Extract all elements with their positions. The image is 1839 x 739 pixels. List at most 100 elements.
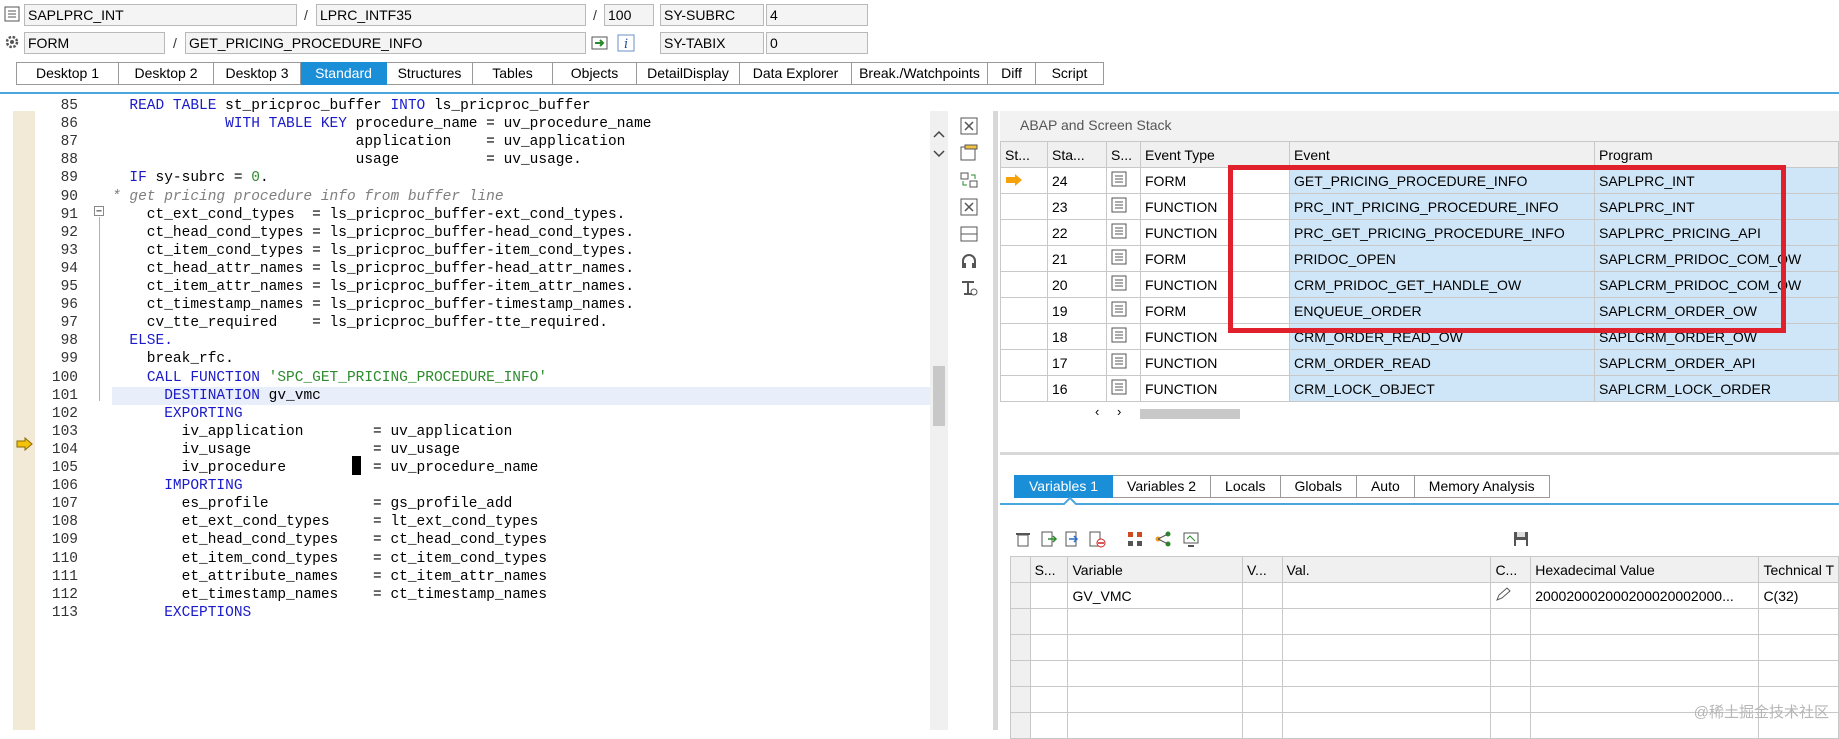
vtab-variables-1[interactable]: Variables 1: [1014, 475, 1114, 498]
info-icon[interactable]: i: [617, 34, 635, 52]
code-line[interactable]: 110 et_item_cond_types = ct_item_cond_ty…: [0, 550, 930, 568]
event-name-field[interactable]: GET_PRICING_PROCEDURE_INFO: [185, 32, 586, 54]
tab-tables[interactable]: Tables: [473, 62, 553, 85]
export-icon[interactable]: [1064, 530, 1082, 548]
code-line[interactable]: 88 usage = uv_usage.: [0, 151, 930, 169]
code-line[interactable]: 90 * get pricing procedure info from buff…: [0, 188, 930, 206]
code-line[interactable]: 103 iv_application = uv_application: [0, 423, 930, 441]
code-line[interactable]: 105 iv_procedure = uv_procedure_name: [0, 459, 930, 477]
scroll-right-icon[interactable]: ›: [1117, 404, 1121, 419]
scroll-left-icon[interactable]: ‹: [1095, 404, 1099, 419]
tab-desktop-3[interactable]: Desktop 3: [214, 62, 301, 85]
tab-structures[interactable]: Structures: [387, 62, 473, 85]
tab-data-explorer[interactable]: Data Explorer: [740, 62, 852, 85]
tab-break-watchpoints[interactable]: Break./Watchpoints: [852, 62, 988, 85]
var-row-empty[interactable]: [1010, 660, 1839, 687]
stack-column-header[interactable]: Program: [1594, 141, 1839, 168]
var-column-header[interactable]: V...: [1242, 556, 1283, 583]
collapse-up-icon[interactable]: [932, 128, 946, 140]
stack-event[interactable]: CRM_ORDER_READ: [1289, 349, 1595, 376]
code-line[interactable]: 94 ct_head_attr_names = ls_pricproc_buff…: [0, 260, 930, 278]
code-line[interactable]: 100 CALL FUNCTION 'SPC_GET_PRICING_PROCE…: [0, 369, 930, 387]
stack-program[interactable]: SAPLCRM_ORDER_API: [1594, 349, 1839, 376]
delete-icon[interactable]: [1014, 530, 1032, 548]
code-line[interactable]: 96 ct_timestamp_names = ls_pricproc_buff…: [0, 296, 930, 314]
program-field[interactable]: SAPLPRC_INT: [24, 4, 297, 26]
var-column-header[interactable]: S...: [1029, 556, 1069, 583]
vtab-auto[interactable]: Auto: [1356, 475, 1415, 498]
vtab-variables-2[interactable]: Variables 2: [1113, 475, 1212, 498]
code-line[interactable]: 93 ct_item_cond_types = ls_pricproc_buff…: [0, 242, 930, 260]
var-column-header[interactable]: Technical T: [1758, 556, 1839, 583]
code-line[interactable]: 101 DESTINATION gv_vmc: [52, 386, 930, 405]
var-column-header[interactable]: C...: [1490, 556, 1532, 583]
panel-hdivider[interactable]: [1000, 452, 1839, 455]
hscroll-thumb[interactable]: [1140, 409, 1240, 419]
event-type-field[interactable]: FORM: [24, 32, 165, 54]
save-icon[interactable]: [1512, 530, 1530, 548]
code-line[interactable]: 104 iv_usage = uv_usage: [0, 441, 930, 459]
navigate-icon[interactable]: [591, 34, 609, 52]
code-line[interactable]: 113 EXCEPTIONS: [0, 604, 930, 622]
tab-standard[interactable]: Standard: [301, 62, 387, 85]
var-value[interactable]: [1281, 582, 1492, 609]
swap-icon[interactable]: [959, 171, 979, 189]
code-line[interactable]: 106 IMPORTING: [0, 477, 930, 495]
code-line[interactable]: 99 break_rfc.: [0, 350, 930, 368]
vtab-locals[interactable]: Locals: [1211, 475, 1281, 498]
stack-hscroll[interactable]: ‹ ›: [1095, 404, 1245, 422]
stack-column-header[interactable]: Sta...: [1047, 141, 1107, 168]
vtab-globals[interactable]: Globals: [1280, 475, 1357, 498]
code-line[interactable]: 89 IF sy-subrc = 0.: [0, 169, 930, 187]
import-icon[interactable]: [1040, 530, 1058, 548]
code-line[interactable]: 102 EXPORTING: [0, 405, 930, 423]
stack-column-header[interactable]: S...: [1106, 141, 1141, 168]
fold-toggle[interactable]: −: [94, 206, 104, 217]
panel-divider[interactable]: [993, 111, 998, 730]
var-column-header[interactable]: Hexadecimal Value: [1530, 556, 1760, 583]
code-line[interactable]: 97 cv_tte_required = ls_pricproc_buffer-…: [0, 314, 930, 332]
code-line[interactable]: 111 et_attribute_names = ct_item_attr_na…: [0, 568, 930, 586]
code-line[interactable]: 98 ELSE.: [0, 332, 930, 350]
code-line[interactable]: 87 application = uv_application: [0, 133, 930, 151]
tab-desktop-2[interactable]: Desktop 2: [119, 62, 214, 85]
code-line[interactable]: 86 WITH TABLE KEY procedure_name = uv_pr…: [0, 115, 930, 133]
share-icon[interactable]: [1154, 530, 1172, 548]
var-change[interactable]: [1490, 582, 1532, 609]
code-line[interactable]: 91 ct_ext_cond_types = ls_pricproc_buffe…: [0, 206, 930, 224]
scroll-thumb[interactable]: [933, 366, 945, 426]
stack-event[interactable]: CRM_LOCK_OBJECT: [1289, 375, 1595, 402]
line-field[interactable]: 100: [604, 4, 654, 26]
var-row[interactable]: GV_VMC 200020002000200020002000... C(32): [1010, 582, 1839, 609]
stack-row[interactable]: 16 FUNCTION CRM_LOCK_OBJECT SAPLCRM_LOCK_OR…: [1000, 375, 1839, 402]
monitor-icon[interactable]: [1182, 530, 1200, 548]
code-line[interactable]: 109 et_head_cond_types = ct_head_cond_ty…: [0, 531, 930, 549]
tab-diff[interactable]: Diff: [988, 62, 1036, 85]
stack-row[interactable]: 17 FUNCTION CRM_ORDER_READ SAPLCRM_ORDER_AP…: [1000, 349, 1839, 376]
tab-script[interactable]: Script: [1036, 62, 1104, 85]
tab-desktop-1[interactable]: Desktop 1: [16, 62, 119, 85]
code-line[interactable]: 108 et_ext_cond_types = lt_ext_cond_type…: [0, 513, 930, 531]
code-line[interactable]: 107 es_profile = gs_profile_add: [0, 495, 930, 513]
tools-icon[interactable]: [959, 279, 979, 297]
var-column-header[interactable]: Variable: [1067, 556, 1243, 583]
tab-objects[interactable]: Objects: [553, 62, 637, 85]
split-icon[interactable]: [959, 225, 979, 243]
var-row-empty[interactable]: [1010, 608, 1839, 635]
code-scrollbar[interactable]: [930, 111, 948, 730]
stack-column-header[interactable]: St...: [1000, 141, 1048, 168]
stack-column-header[interactable]: Event: [1289, 141, 1595, 168]
pencil-icon[interactable]: [1495, 586, 1512, 602]
code-line[interactable]: 112 et_timestamp_names = ct_timestamp_na…: [0, 586, 930, 604]
var-column-header[interactable]: Val.: [1281, 556, 1492, 583]
tab-detaildisplay[interactable]: DetailDisplay: [637, 62, 740, 85]
code-line[interactable]: 85 READ TABLE st_pricproc_buffer INTO ls…: [0, 97, 930, 115]
include-field[interactable]: LPRC_INTF35: [316, 4, 586, 26]
var-row-empty[interactable]: [1010, 634, 1839, 661]
headset-icon[interactable]: [959, 252, 979, 270]
tree-icon[interactable]: [1126, 530, 1144, 548]
vtab-memory-analysis[interactable]: Memory Analysis: [1414, 475, 1550, 498]
close-icon[interactable]: [959, 198, 979, 216]
stack-program[interactable]: SAPLCRM_LOCK_ORDER: [1594, 375, 1839, 402]
chevron-down-icon[interactable]: [932, 148, 946, 160]
